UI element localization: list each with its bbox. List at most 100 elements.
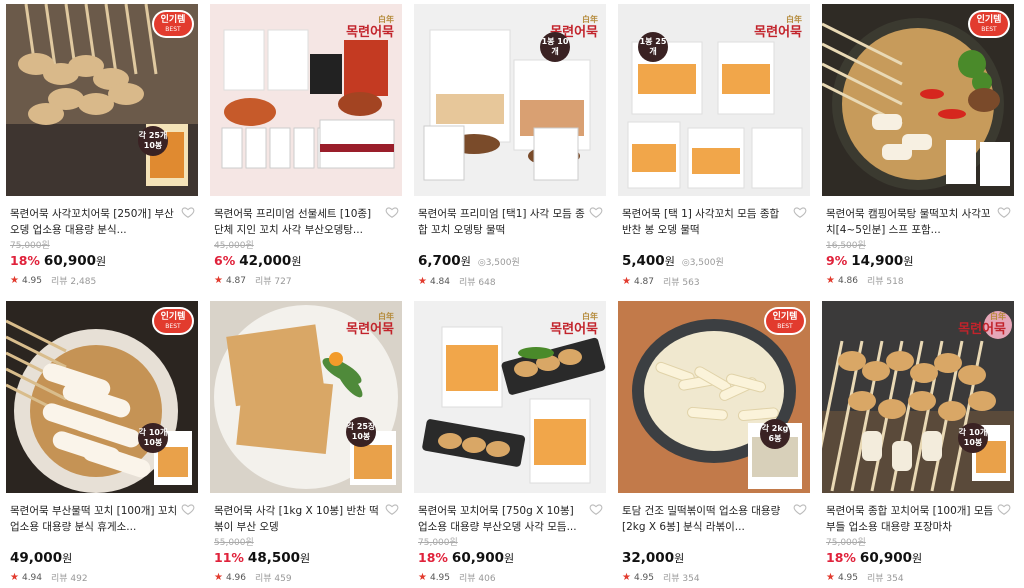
original-price: 75,000원 — [10, 241, 50, 251]
product-title[interactable]: 목련어묵 부산물떡 꼬치 [100개] 꼬치 업소용 대용량 분식 휴게소... — [10, 503, 194, 535]
star-icon: ★ — [10, 275, 19, 286]
sale-price: 42,000원 — [239, 253, 302, 269]
star-icon: ★ — [826, 572, 835, 583]
heart-icon[interactable] — [589, 205, 603, 219]
brand-logo: 白年 목련어묵 — [550, 311, 598, 337]
product-image[interactable]: 白年 목련어묵각 10개 10봉 — [822, 301, 1014, 493]
unit-price-icon: ◎ — [681, 258, 690, 268]
product-card[interactable]: 白年 목련어묵 1봉 25개 목련어묵 [택 1] 사각꼬치 모듬 종합 반찬 봉 … — [618, 4, 810, 291]
pack-count-tag: 1봉 25개 — [638, 32, 668, 62]
popular-badge: 인기템 BEST — [154, 309, 192, 333]
pack-count-tag: 각 10개 10봉 — [958, 423, 988, 453]
product-card[interactable]: 白年 목련어묵 목련어묵 프리미엄 선물세트 [10종] 단체 지인 꼬치 사각 … — [210, 4, 402, 291]
star-icon: ★ — [10, 572, 19, 583]
rating-value: 4.84 — [429, 276, 451, 287]
review-count[interactable]: 리뷰 354 — [663, 571, 700, 584]
popular-badge: 인기템 BEST — [970, 12, 1008, 36]
product-image[interactable]: 白年 목련어묵 — [210, 4, 402, 196]
product-title[interactable]: 목련어묵 사각 [1kg X 10봉] 반찬 떡볶이 부산 오뎅 — [214, 503, 398, 535]
sale-price: 60,900원 — [451, 550, 515, 566]
review-count[interactable]: 리뷰 354 — [867, 571, 904, 584]
product-title[interactable]: 목련어묵 캠핑어묵탕 물떡꼬치 사각꼬치[4~5인분] 스프 포함... — [826, 206, 1010, 238]
product-card[interactable]: 白年 목련어묵 각 25장 10봉 목련어묵 사각 [1kg X 10봉] 반찬 떡… — [210, 301, 402, 588]
original-price: 55,000원 — [214, 538, 254, 548]
product-image[interactable]: 인기템 BEST 각 2kg 6봉 — [618, 301, 810, 493]
original-price — [10, 537, 194, 549]
rating-value: 4.95 — [429, 572, 451, 583]
star-icon: ★ — [622, 276, 631, 287]
heart-icon[interactable] — [181, 502, 195, 516]
discount-rate: 11% — [214, 550, 244, 565]
product-title[interactable]: 목련어묵 종합 꼬치어묵 [100개] 모듬 부들 업소용 대용량 포장마차 — [826, 503, 1010, 535]
review-count[interactable]: 리뷰 727 — [255, 274, 292, 287]
rating-value: 4.95 — [633, 572, 655, 583]
star-icon: ★ — [826, 275, 835, 286]
review-count[interactable]: 리뷰 492 — [51, 571, 88, 584]
discount-rate: 9% — [826, 253, 848, 268]
rating-value: 4.95 — [21, 275, 43, 286]
heart-icon[interactable] — [589, 502, 603, 516]
product-title[interactable]: 토담 건조 밀떡볶이떡 업소용 대용량 [2kg X 6봉] 분식 라볶이... — [622, 503, 806, 535]
unit-price-icon: ◎ — [477, 258, 486, 268]
pack-count-tag: 1봉 10개 — [540, 32, 570, 62]
original-price — [418, 240, 602, 252]
heart-icon[interactable] — [385, 205, 399, 219]
product-card[interactable]: 白年 목련어묵각 10개 10봉 목련어묵 종합 꼬치어묵 [100개] 모듬 부… — [822, 301, 1014, 588]
pack-count-tag: 각 25개 10봉 — [138, 126, 168, 156]
star-icon: ★ — [622, 572, 631, 583]
heart-icon[interactable] — [181, 205, 195, 219]
original-price — [622, 537, 806, 549]
product-card[interactable]: 인기템 BEST 각 25개 10봉 목련어묵 사각꼬치어묵 [250개] 부산오뎅… — [6, 4, 198, 291]
review-count[interactable]: 리뷰 648 — [459, 275, 496, 288]
discount-rate: 18% — [826, 550, 856, 565]
review-count[interactable]: 리뷰 406 — [459, 571, 496, 584]
pack-count-tag: 각 25장 10봉 — [346, 417, 376, 447]
pack-count-tag: 각 2kg 6봉 — [760, 419, 790, 449]
star-icon: ★ — [214, 275, 223, 286]
sale-price: 60,900원 — [859, 550, 923, 566]
product-image[interactable]: 인기템 BEST 각 25개 10봉 — [6, 4, 198, 196]
product-title[interactable]: 목련어묵 사각꼬치어묵 [250개] 부산오뎅 업소용 대용량 분식... — [10, 206, 194, 238]
product-title[interactable]: 목련어묵 [택 1] 사각꼬치 모듬 종합 반찬 봉 오뎅 물떡 — [622, 206, 806, 238]
discount-rate: 6% — [214, 253, 236, 268]
product-card[interactable]: 白年 목련어묵 1봉 10개 목련어묵 프리미엄 [택1] 사각 모듬 종합 꼬치 … — [414, 4, 606, 291]
review-count[interactable]: 리뷰 518 — [867, 274, 904, 287]
original-price: 45,000원 — [214, 241, 254, 251]
product-grid: 인기템 BEST 각 25개 10봉 목련어묵 사각꼬치어묵 [250개] 부산오뎅… — [6, 4, 1014, 588]
product-card[interactable]: 인기템 BEST 목련어묵 캠핑어묵탕 물떡꼬치 사각꼬치[4~5인분] 스프 포… — [822, 4, 1014, 291]
heart-icon[interactable] — [793, 205, 807, 219]
rating-value: 4.87 — [633, 276, 655, 287]
product-title[interactable]: 목련어묵 프리미엄 선물세트 [10종] 단체 지인 꼬치 사각 부산오뎅탕..… — [214, 206, 398, 238]
review-count[interactable]: 리뷰 459 — [255, 571, 292, 584]
rating-value: 4.96 — [225, 572, 247, 583]
rating-value: 4.86 — [837, 275, 859, 286]
product-image[interactable]: 白年 목련어묵 각 25장 10봉 — [210, 301, 402, 493]
star-icon: ★ — [418, 572, 427, 583]
heart-icon[interactable] — [385, 502, 399, 516]
rating-value: 4.95 — [837, 572, 859, 583]
sale-price: 32,000원 — [622, 550, 685, 566]
review-count[interactable]: 리뷰 2,485 — [51, 274, 96, 287]
product-image[interactable]: 白年 목련어묵 1봉 25개 — [618, 4, 810, 196]
original-price: 16,500원 — [826, 241, 866, 251]
sale-price: 49,000원 — [10, 550, 73, 566]
product-image[interactable]: 인기템 BEST — [822, 4, 1014, 196]
product-title[interactable]: 목련어묵 꼬치어묵 [750g X 10봉] 업소용 대용량 부산오뎅 사각 모… — [418, 503, 602, 535]
product-card[interactable]: 인기템 BEST 각 10개 10봉 목련어묵 부산물떡 꼬치 [100개] 꼬치 … — [6, 301, 198, 588]
popular-badge: 인기템 BEST — [154, 12, 192, 36]
brand-logo: 白年 목련어묵 — [958, 311, 1006, 337]
unit-price: ◎3,500원 — [681, 258, 724, 268]
review-count[interactable]: 리뷰 563 — [663, 275, 700, 288]
original-price — [622, 240, 806, 252]
product-image[interactable]: 白年 목련어묵 1봉 10개 — [414, 4, 606, 196]
product-card[interactable]: 인기템 BEST 각 2kg 6봉 토담 건조 밀떡볶이떡 업소용 대용량 [2kg… — [618, 301, 810, 588]
heart-icon[interactable] — [997, 502, 1011, 516]
discount-rate: 18% — [418, 550, 448, 565]
heart-icon[interactable] — [997, 205, 1011, 219]
product-title[interactable]: 목련어묵 프리미엄 [택1] 사각 모듬 종합 꼬치 오뎅탕 물떡 — [418, 206, 602, 238]
product-image[interactable]: 白年 목련어묵 — [414, 301, 606, 493]
product-image[interactable]: 인기템 BEST 각 10개 10봉 — [6, 301, 198, 493]
heart-icon[interactable] — [793, 502, 807, 516]
product-card[interactable]: 白年 목련어묵 목련어묵 꼬치어묵 [750g X 10봉] 업소용 대용량 부산… — [414, 301, 606, 588]
sale-price: 6,700원 — [418, 253, 471, 269]
